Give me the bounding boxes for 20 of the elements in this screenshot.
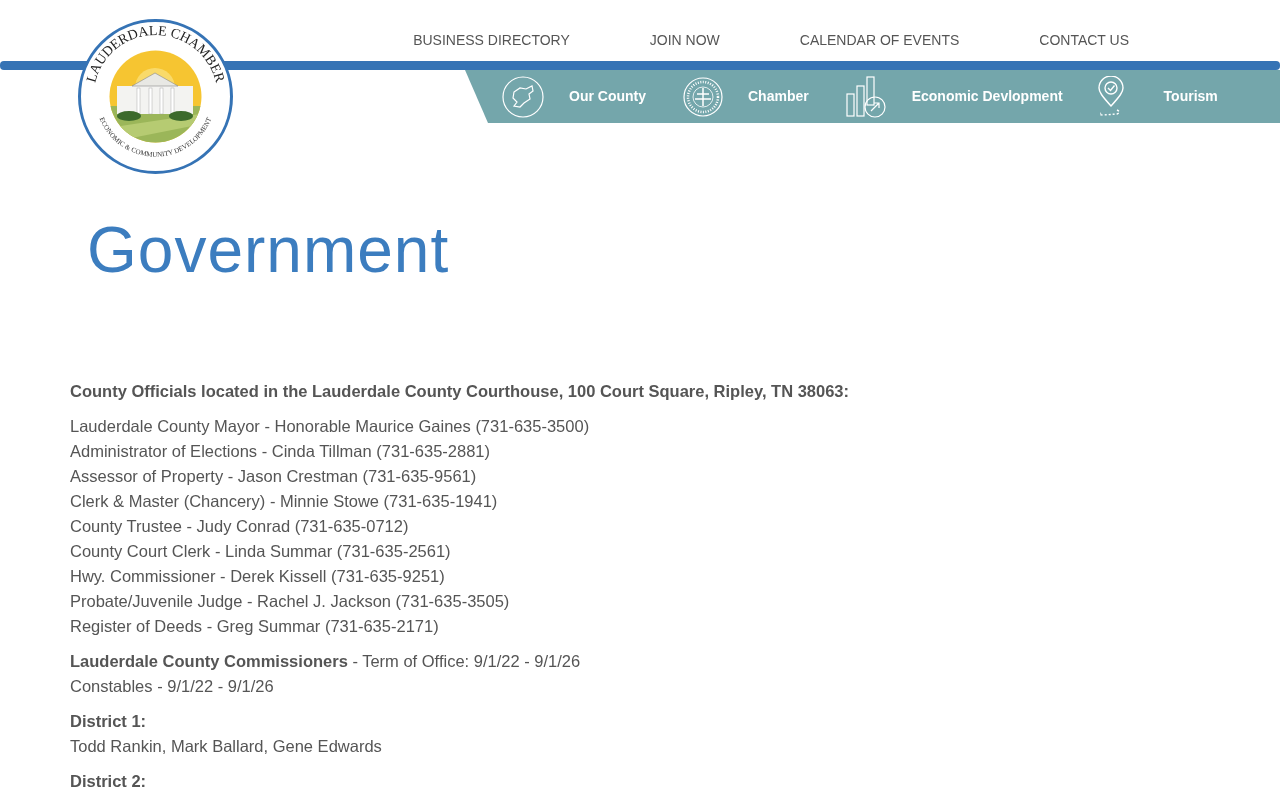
nav-link-item[interactable]: BUSINESS DIRECTORY bbox=[413, 31, 570, 61]
text-line: Administrator of Elections - Cinda Tillman (731-635-2881) bbox=[70, 441, 492, 462]
district-heading: District 2: bbox=[70, 771, 148, 792]
nav-link-item[interactable]: CONTACT US bbox=[1039, 31, 1129, 61]
text-line: Constables - 9/1/22 - 9/1/26 bbox=[70, 676, 275, 697]
text-line: Hwy. Commissioner - Derek Kissell (731-635-9251) bbox=[70, 566, 446, 587]
district-heading: District 1: bbox=[70, 711, 148, 732]
section-heading: County Officials located in the Lauderdale County Courthouse, 100 Court Square, Ripley, TN 38063: bbox=[70, 381, 850, 402]
text-line: Probate/Juvenile Judge - Rachel J. Jackson (731-635-3505) bbox=[70, 591, 511, 612]
text-line: Lauderdale County Commissioners - Term of Office: 9/1/22 - 9/1/26 bbox=[70, 651, 582, 672]
text-line: Assessor of Property - Jason Crestman (731-635-9561) bbox=[70, 466, 478, 487]
text-line: Lauderdale County Mayor - Honorable Maurice Gaines (731-635-3500) bbox=[70, 416, 591, 437]
page-title: Government bbox=[86, 213, 451, 288]
nav-link-item[interactable]: CALENDAR OF EVENTS bbox=[799, 31, 960, 61]
text-line: Register of Deeds - Greg Summar (731-635-2171) bbox=[70, 616, 440, 637]
nav-link-item[interactable]: JOIN NOW bbox=[649, 31, 720, 61]
text-line: County Court Clerk - Linda Summar (731-635-2561) bbox=[70, 541, 452, 562]
text-line: Clerk & Master (Chancery) - Minnie Stowe (731-635-1941) bbox=[70, 491, 499, 512]
text-line: County Trustee - Judy Conrad (731-635-0712) bbox=[70, 516, 410, 537]
district-members: Todd Rankin, Mark Ballard, Gene Edwards bbox=[70, 736, 383, 757]
